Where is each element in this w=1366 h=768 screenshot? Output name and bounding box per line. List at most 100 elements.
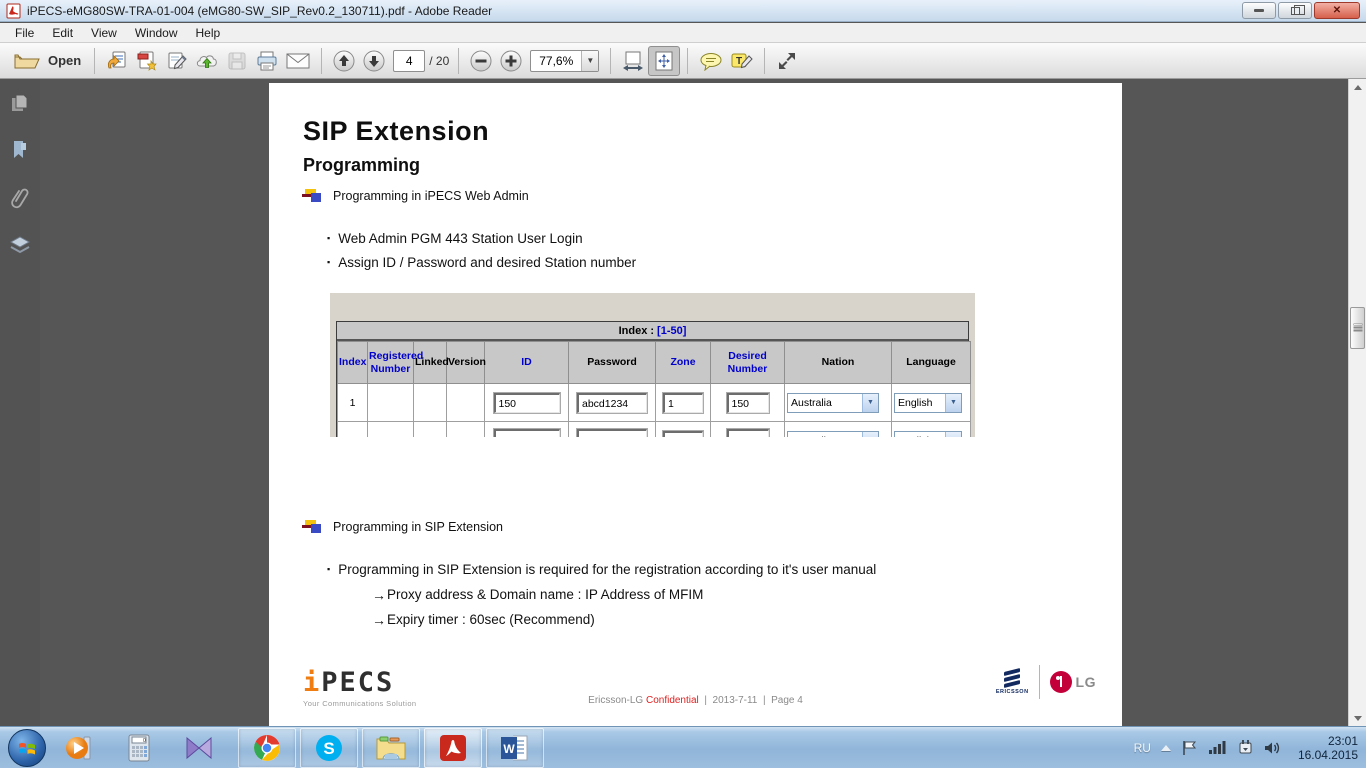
create-pdf-icon — [136, 50, 158, 72]
page-down-icon — [362, 49, 386, 73]
ipecs-logo-letters: PECS — [321, 667, 394, 698]
minimize-button[interactable] — [1242, 2, 1276, 19]
word-icon: W — [499, 733, 531, 763]
print-button[interactable] — [252, 46, 282, 76]
vertical-scrollbar[interactable] — [1348, 79, 1366, 726]
section2-heading-text: Programming in SIP Extension — [333, 520, 503, 534]
nation-select[interactable]: Australia▼ — [787, 393, 879, 413]
start-button[interactable] — [8, 729, 46, 767]
footer-page: Page 4 — [771, 695, 803, 706]
fit-width-icon — [621, 50, 645, 72]
menu-file[interactable]: File — [6, 25, 43, 41]
chevron-down-icon: ▼ — [862, 394, 878, 412]
square-bullet-icon: ▪ — [327, 233, 330, 243]
logo-divider — [1039, 665, 1040, 699]
zone-input[interactable]: 1 — [663, 393, 703, 413]
taskbar-explorer-button[interactable] — [362, 728, 420, 768]
create-pdf-button[interactable] — [132, 46, 162, 76]
cell-version — [447, 422, 485, 438]
desired-number-input[interactable]: 150 — [727, 393, 769, 413]
id-input[interactable]: 150 — [494, 393, 560, 413]
chevron-down-icon: ▼ — [945, 394, 961, 412]
adobe-reader-icon — [438, 733, 468, 763]
menu-help[interactable]: Help — [187, 25, 230, 41]
zoom-in-button[interactable] — [496, 46, 526, 76]
envelope-icon — [285, 51, 311, 71]
arrow-icon: → — [372, 612, 386, 628]
sign-pencil-icon — [166, 50, 188, 72]
clock[interactable]: 23:01 16.04.2015 — [1292, 734, 1358, 762]
fullscreen-button[interactable] — [772, 46, 802, 76]
kmplayer-icon — [183, 735, 215, 761]
zoom-level-combo[interactable]: 77,6% ▼ — [530, 50, 599, 72]
toolbar-separator — [94, 48, 95, 74]
zone-input[interactable]: 1 — [663, 431, 703, 438]
page-number-input[interactable]: 4 — [393, 50, 425, 72]
language-indicator[interactable]: RU — [1134, 741, 1151, 755]
square-bullet-icon: ▪ — [327, 257, 330, 267]
password-input[interactable]: abcd1234 — [577, 393, 647, 413]
zoom-dropdown-button[interactable]: ▼ — [581, 51, 598, 71]
desktop: iPECS-eMG80SW-TRA-01-004 (eMG80-SW_SIP_R… — [0, 0, 1366, 768]
scroll-down-button[interactable] — [1349, 710, 1366, 726]
adobe-reader-app-icon — [6, 3, 22, 19]
section1-heading: Programming in iPECS Web Admin — [302, 188, 529, 204]
toolbar-separator — [687, 48, 688, 74]
cell-index: 2 — [338, 422, 368, 438]
restore-button[interactable] — [1278, 2, 1312, 19]
zoom-out-button[interactable] — [466, 46, 496, 76]
nation-select[interactable]: Australia▼ — [787, 431, 879, 438]
attachments-paperclip-icon[interactable] — [10, 187, 30, 209]
sign-document-button[interactable] — [162, 46, 192, 76]
taskbar-skype-button[interactable]: S — [300, 728, 358, 768]
sticky-note-button[interactable] — [695, 46, 727, 76]
page-total-label: / 20 — [429, 54, 449, 68]
arrow-item: → Expiry timer : 60sec (Recommend) — [372, 612, 595, 628]
next-page-button[interactable] — [359, 46, 389, 76]
bullet-item: ▪ Programming in SIP Extension is requir… — [327, 562, 876, 577]
safely-remove-hardware-icon[interactable] — [1237, 739, 1254, 756]
col-password: Password — [569, 342, 656, 384]
language-select[interactable]: English▼ — [894, 393, 962, 413]
menu-edit[interactable]: Edit — [43, 25, 82, 41]
save-button[interactable] — [222, 46, 252, 76]
taskbar-word-button[interactable]: W — [486, 728, 544, 768]
col-registered-number: Registered Number — [368, 342, 414, 384]
col-nation: Nation — [785, 342, 892, 384]
id-input[interactable] — [494, 429, 560, 437]
password-input[interactable] — [577, 429, 647, 437]
taskbar-kmplayer-icon[interactable] — [178, 728, 220, 768]
desired-number-input[interactable] — [727, 429, 769, 437]
menu-window[interactable]: Window — [126, 25, 187, 41]
language-select[interactable]: English▼ — [894, 431, 962, 438]
scrolling-mode-button[interactable] — [618, 46, 648, 76]
network-signal-icon[interactable] — [1208, 740, 1227, 755]
bullet-item: ▪ Web Admin PGM 443 Station User Login — [327, 231, 583, 246]
volume-speaker-icon[interactable] — [1264, 740, 1282, 756]
show-hidden-icons-button[interactable] — [1161, 745, 1171, 751]
scroll-up-button[interactable] — [1349, 79, 1366, 95]
recent-file-button[interactable] — [102, 46, 132, 76]
email-button[interactable] — [282, 46, 314, 76]
upload-cloud-button[interactable] — [192, 46, 222, 76]
taskbar-wmp-icon[interactable] — [58, 728, 100, 768]
bookmarks-icon[interactable] — [11, 139, 29, 161]
close-button[interactable]: ✕ — [1314, 2, 1360, 19]
highlight-text-button[interactable]: T — [727, 46, 757, 76]
previous-page-button[interactable] — [329, 46, 359, 76]
action-center-flag-icon[interactable] — [1181, 740, 1198, 756]
col-id: ID — [485, 342, 569, 384]
open-button[interactable]: Open — [8, 46, 87, 76]
taskbar: 0 — [0, 726, 1366, 768]
nation-value: Australia — [788, 397, 862, 409]
taskbar-calculator-icon[interactable]: 0 — [118, 728, 160, 768]
scrollbar-thumb[interactable] — [1350, 307, 1365, 349]
taskbar-chrome-button[interactable] — [238, 728, 296, 768]
menu-view[interactable]: View — [82, 25, 126, 41]
page-thumbnails-icon[interactable] — [10, 93, 30, 113]
separator: | — [704, 695, 707, 706]
fit-page-button[interactable] — [648, 46, 680, 76]
layers-icon[interactable] — [9, 235, 31, 255]
pinwheel-bullet-icon — [302, 519, 324, 535]
taskbar-adobe-reader-button[interactable] — [424, 728, 482, 768]
